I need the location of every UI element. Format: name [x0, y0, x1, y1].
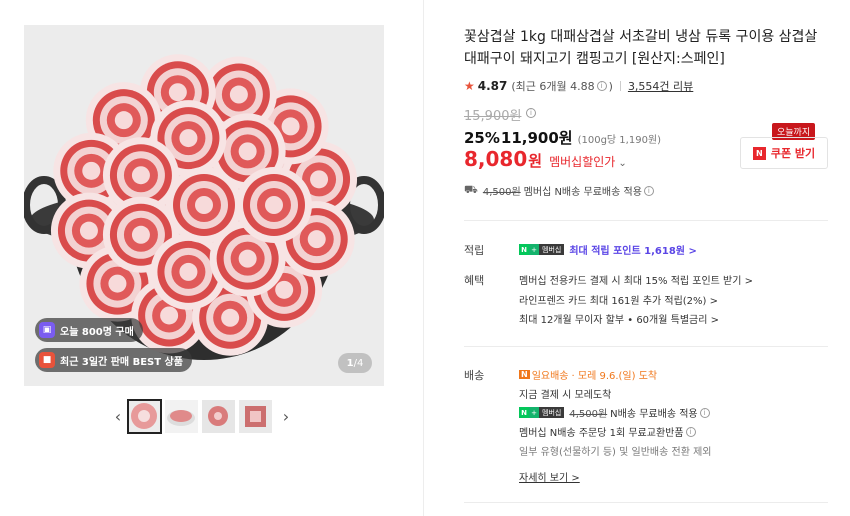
discount-percent: 25%	[464, 129, 500, 147]
today-purchase-badge: ▣ 오늘 800명 구매	[35, 318, 143, 342]
info-icon[interactable]: i	[685, 426, 696, 437]
shipping-summary: ⛟ 4,500원 멤버십 N배송 무료배송 적용 i	[464, 183, 656, 198]
thumbnail-2[interactable]	[165, 399, 198, 433]
divider	[464, 502, 828, 503]
naver-membership-badge: N + 멤버십	[519, 407, 565, 418]
delivery-free-row: N + 멤버십 4,500원 N배송 무료배송 적용 i	[519, 405, 712, 420]
unit-price: (100g당 1,190원)	[577, 135, 662, 146]
coupon-button[interactable]: N 쿠폰 받기	[740, 137, 828, 169]
delivery-fee-strike: 4,500원	[569, 409, 608, 420]
thumbnail-3[interactable]	[202, 399, 235, 433]
image-counter: 1/4	[338, 353, 372, 373]
benefit-item-3[interactable]: 최대 12개월 무이자 할부 • 60개월 특별금리 >	[519, 311, 719, 326]
delivery-free-text: N배송 무료배송 적용	[610, 409, 698, 420]
product-title: 꽃삼겹살 1kg 대패삼겹살 서초갈비 냉삼 듀록 구이용 삼겹살 대패구이 돼…	[464, 29, 818, 67]
delivery-type-row: N 일요배송 · 모레 9.6.(일) 도착	[519, 367, 657, 382]
gift-icon: ■	[39, 352, 55, 368]
info-icon[interactable]: i	[643, 185, 654, 196]
naver-membership-badge: N + 멤버십	[519, 244, 565, 255]
truck-icon: ⛟	[464, 183, 478, 196]
naver-delivery-icon: N	[519, 370, 530, 379]
member-price-currency: 원	[528, 152, 543, 170]
shipping-fee-strike: 4,500원	[482, 187, 521, 198]
free-return-text: 멤버십 N배송 주문당 1회 무료교환반품	[519, 428, 684, 439]
member-price-label[interactable]: 멤버십할인가	[549, 153, 615, 170]
original-price: 15,900원	[464, 109, 522, 124]
shipping-free-text: 멤버십 N배송 무료배송 적용	[523, 187, 642, 198]
benefits-label: 혜택	[464, 274, 485, 287]
rating-score: 4.87	[477, 79, 508, 93]
thumbnail-1[interactable]	[127, 398, 162, 434]
star-icon: ★	[464, 79, 475, 93]
price-info-icon[interactable]: i	[526, 108, 536, 118]
delivery-details-link[interactable]: 자세히 보기 >	[519, 469, 580, 484]
rating-row: ★ 4.87 (최근 6개월 4.88 i ) 3,554건 리뷰	[464, 78, 693, 94]
thumbnail-strip: ‹ ›	[108, 398, 296, 434]
chevron-right-icon[interactable]: ›	[276, 398, 296, 434]
info-icon[interactable]: i	[596, 81, 607, 91]
benefit-item-1[interactable]: 멤버십 전용카드 결제 시 최대 15% 적립 포인트 받기 >	[519, 272, 753, 287]
divider	[464, 220, 828, 221]
member-price: 8,080	[464, 147, 528, 171]
column-divider	[423, 0, 424, 516]
rating-note: (최근 6개월 4.88	[511, 80, 595, 93]
best-seller-badge: ■ 최근 3일간 판매 BEST 상품	[35, 348, 192, 372]
max-points-text: 최대 적립 포인트 1,618원 >	[569, 246, 697, 257]
product-gallery: ▣ 오늘 800명 구매 ■ 최근 3일간 판매 BEST 상품 1/4 ‹ ›	[0, 0, 423, 516]
points-label: 적립	[464, 244, 485, 257]
separator	[619, 81, 621, 91]
free-return-row: 멤버십 N배송 주문당 1회 무료교환반품 i	[519, 424, 698, 439]
delivery-type: 일요배송	[531, 371, 569, 382]
review-count-link[interactable]: 3,554건 리뷰	[628, 78, 693, 94]
chevron-down-icon[interactable]: ⌄	[618, 158, 626, 169]
chevron-left-icon[interactable]: ‹	[108, 398, 128, 434]
benefit-item-2[interactable]: 라인프렌즈 카드 최대 161원 추가 적립(2%) >	[519, 292, 718, 307]
delivery-label: 배송	[464, 369, 485, 382]
member-price-row: 8,080 원 멤버십할인가 ⌄	[464, 147, 627, 171]
discount-price: 11,900원	[500, 129, 573, 147]
divider	[464, 346, 828, 347]
bag-icon: ▣	[39, 322, 55, 338]
points-row[interactable]: N + 멤버십 최대 적립 포인트 1,618원 >	[519, 242, 697, 257]
delivery-arrival: 지금 결제 시 모레도착	[519, 390, 612, 401]
delivery-date: · 모레 9.6.(일) 도착	[571, 371, 658, 382]
info-icon[interactable]: i	[699, 407, 710, 418]
delivery-exception: 일부 유형(선물하기 등) 및 일반배송 전환 제외	[519, 447, 712, 458]
discount-row: 25% 11,900원 (100g당 1,190원)	[464, 127, 661, 148]
rating-note-end: )	[608, 79, 613, 93]
naver-n-icon: N	[752, 146, 766, 160]
thumbnail-4[interactable]	[239, 399, 272, 433]
